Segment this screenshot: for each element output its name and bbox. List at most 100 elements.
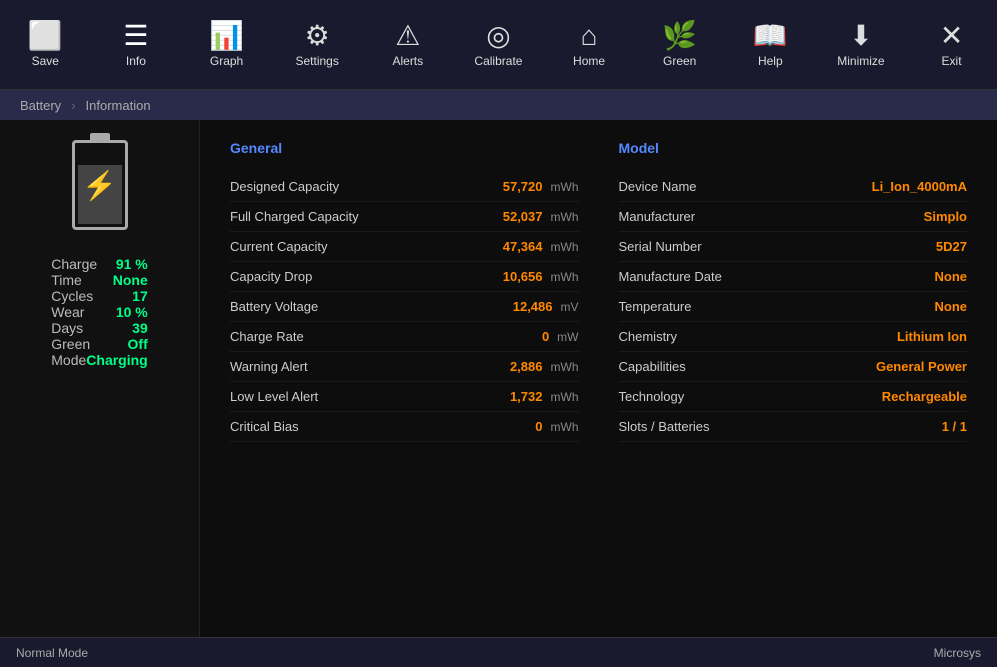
sidebar-rows: Charge91 %TimeNoneCycles17Wear10 %Days39… (31, 256, 167, 368)
sidebar-row-wear: Wear 10 % (31, 304, 167, 320)
info-left: General Designed Capacity57,720mWhFull C… (230, 140, 579, 442)
info-number: 12,486 (513, 299, 553, 314)
toolbar-label-home: Home (573, 54, 605, 68)
info-value-wrap: 57,720 mWh (503, 179, 579, 194)
info-value-string: Lithium Ion (897, 329, 967, 344)
info-unit: mWh (551, 270, 579, 284)
sidebar-value-green: Off (128, 336, 148, 352)
settings-icon: ⚙ (305, 22, 330, 50)
breadcrumb-sep: › (71, 98, 75, 113)
sidebar: ⚡ Charge91 %TimeNoneCycles17Wear10 %Days… (0, 120, 200, 637)
info-row-warning-alert: Warning Alert2,886mWh (230, 352, 579, 382)
toolbar-item-save[interactable]: ⬜Save (5, 5, 85, 85)
info-number: 57,720 (503, 179, 543, 194)
info-right-rows: Device NameLi_Ion_4000mAManufacturerSimp… (619, 172, 968, 442)
info-label: Capabilities (619, 359, 686, 374)
breadcrumb-battery: Battery (20, 98, 61, 113)
toolbar-item-green[interactable]: 🌿Green (640, 5, 720, 85)
toolbar-label-exit: Exit (942, 54, 962, 68)
info-row-technology: Technology Rechargeable (619, 382, 968, 412)
toolbar-label-help: Help (758, 54, 783, 68)
info-number: 0 (535, 419, 542, 434)
info-number: 52,037 (503, 209, 543, 224)
info-row-chemistry: Chemistry Lithium Ion (619, 322, 968, 352)
minimize-icon: ⬇ (849, 22, 872, 50)
info-row-low-level-alert: Low Level Alert1,732mWh (230, 382, 579, 412)
info-label: Charge Rate (230, 329, 304, 344)
toolbar-item-info[interactable]: ☰ Info (96, 5, 176, 85)
sidebar-value-time: None (113, 272, 148, 288)
battery-icon: ⚡ (72, 140, 128, 230)
info-unit: mWh (551, 360, 579, 374)
sidebar-value-mode: Charging (86, 352, 147, 368)
info-label: Manufacturer (619, 209, 696, 224)
toolbar-label-info: Info (126, 54, 146, 68)
info-label: Slots / Batteries (619, 419, 710, 434)
statusbar-right: Microsys (934, 646, 981, 660)
info-columns: General Designed Capacity57,720mWhFull C… (230, 140, 967, 442)
info-row-critical-bias: Critical Bias0mWh (230, 412, 579, 442)
info-row-current-capacity: Current Capacity47,364mWh (230, 232, 579, 262)
toolbar-item-calibrate[interactable]: ◎ Calibrate (458, 5, 538, 85)
toolbar-item-home[interactable]: ⌂ Home (549, 5, 629, 85)
info-label: Technology (619, 389, 685, 404)
toolbar-label-graph: Graph (210, 54, 243, 68)
info-icon: ☰ (123, 22, 148, 50)
info-label: Capacity Drop (230, 269, 312, 284)
info-number: 1,732 (510, 389, 543, 404)
toolbar-label-calibrate: Calibrate (474, 54, 522, 68)
info-value-wrap: 0mW (542, 329, 579, 344)
toolbar-label-minimize: Minimize (837, 54, 884, 68)
info-value-wrap: 10,656 mWh (503, 269, 579, 284)
info-label: Chemistry (619, 329, 678, 344)
info-right: Model Device NameLi_Ion_4000mAManufactur… (619, 140, 968, 442)
toolbar-item-alerts[interactable]: ⚠ Alerts (368, 5, 448, 85)
save-icon: ⬜ (28, 22, 63, 50)
home-icon: ⌂ (581, 22, 598, 50)
calibrate-icon: ◎ (486, 22, 510, 50)
info-row-manufacture-date: Manufacture DateNone (619, 262, 968, 292)
info-number: 47,364 (503, 239, 543, 254)
toolbar-item-minimize[interactable]: ⬇ Minimize (821, 5, 901, 85)
battery-bolt-icon: ⚡ (82, 169, 117, 202)
main-content: ⚡ Charge91 %TimeNoneCycles17Wear10 %Days… (0, 120, 997, 637)
sidebar-label-cycles: Cycles (51, 288, 93, 304)
info-label: Temperature (619, 299, 692, 314)
info-row-capabilities: CapabilitiesGeneral Power (619, 352, 968, 382)
toolbar-item-help[interactable]: 📖 Help (730, 5, 810, 85)
toolbar-item-graph[interactable]: 📊 Graph (187, 5, 267, 85)
info-unit: mW (557, 330, 578, 344)
sidebar-label-green: Green (51, 336, 90, 352)
info-value-wrap: 12,486mV (513, 299, 579, 314)
sidebar-label-wear: Wear (51, 304, 84, 320)
sidebar-value-cycles: 17 (132, 288, 148, 304)
info-value-string: Rechargeable (882, 389, 967, 404)
sidebar-value-charge: 91 % (116, 256, 148, 272)
toolbar-label-green: Green (663, 54, 696, 68)
info-number: 10,656 (503, 269, 543, 284)
info-value-string: None (935, 299, 968, 314)
alerts-icon: ⚠ (395, 22, 420, 50)
sidebar-row-mode: ModeCharging (31, 352, 167, 368)
toolbar-label-alerts: Alerts (392, 54, 423, 68)
info-unit: mWh (551, 240, 579, 254)
info-value-wrap: 47,364 mWh (503, 239, 579, 254)
sidebar-label-days: Days (51, 320, 83, 336)
info-value-wrap: 52,037 mWh (503, 209, 579, 224)
help-icon: 📖 (753, 22, 788, 50)
sidebar-row-cycles: Cycles 17 (31, 288, 167, 304)
info-unit: mWh (551, 180, 579, 194)
info-value-wrap: 2,886mWh (510, 359, 579, 374)
info-unit: mWh (551, 210, 579, 224)
info-row-temperature: Temperature None (619, 292, 968, 322)
info-panel: General Designed Capacity57,720mWhFull C… (200, 120, 997, 637)
graph-icon: 📊 (209, 22, 244, 50)
toolbar-item-exit[interactable]: ✕Exit (912, 5, 992, 85)
info-label: Designed Capacity (230, 179, 339, 194)
sidebar-label-time: Time (51, 272, 82, 288)
sidebar-value-wear: 10 % (116, 304, 148, 320)
info-label: Low Level Alert (230, 389, 318, 404)
toolbar-item-settings[interactable]: ⚙ Settings (277, 5, 357, 85)
toolbar-label-settings: Settings (296, 54, 339, 68)
info-row-capacity-drop: Capacity Drop 10,656 mWh (230, 262, 579, 292)
